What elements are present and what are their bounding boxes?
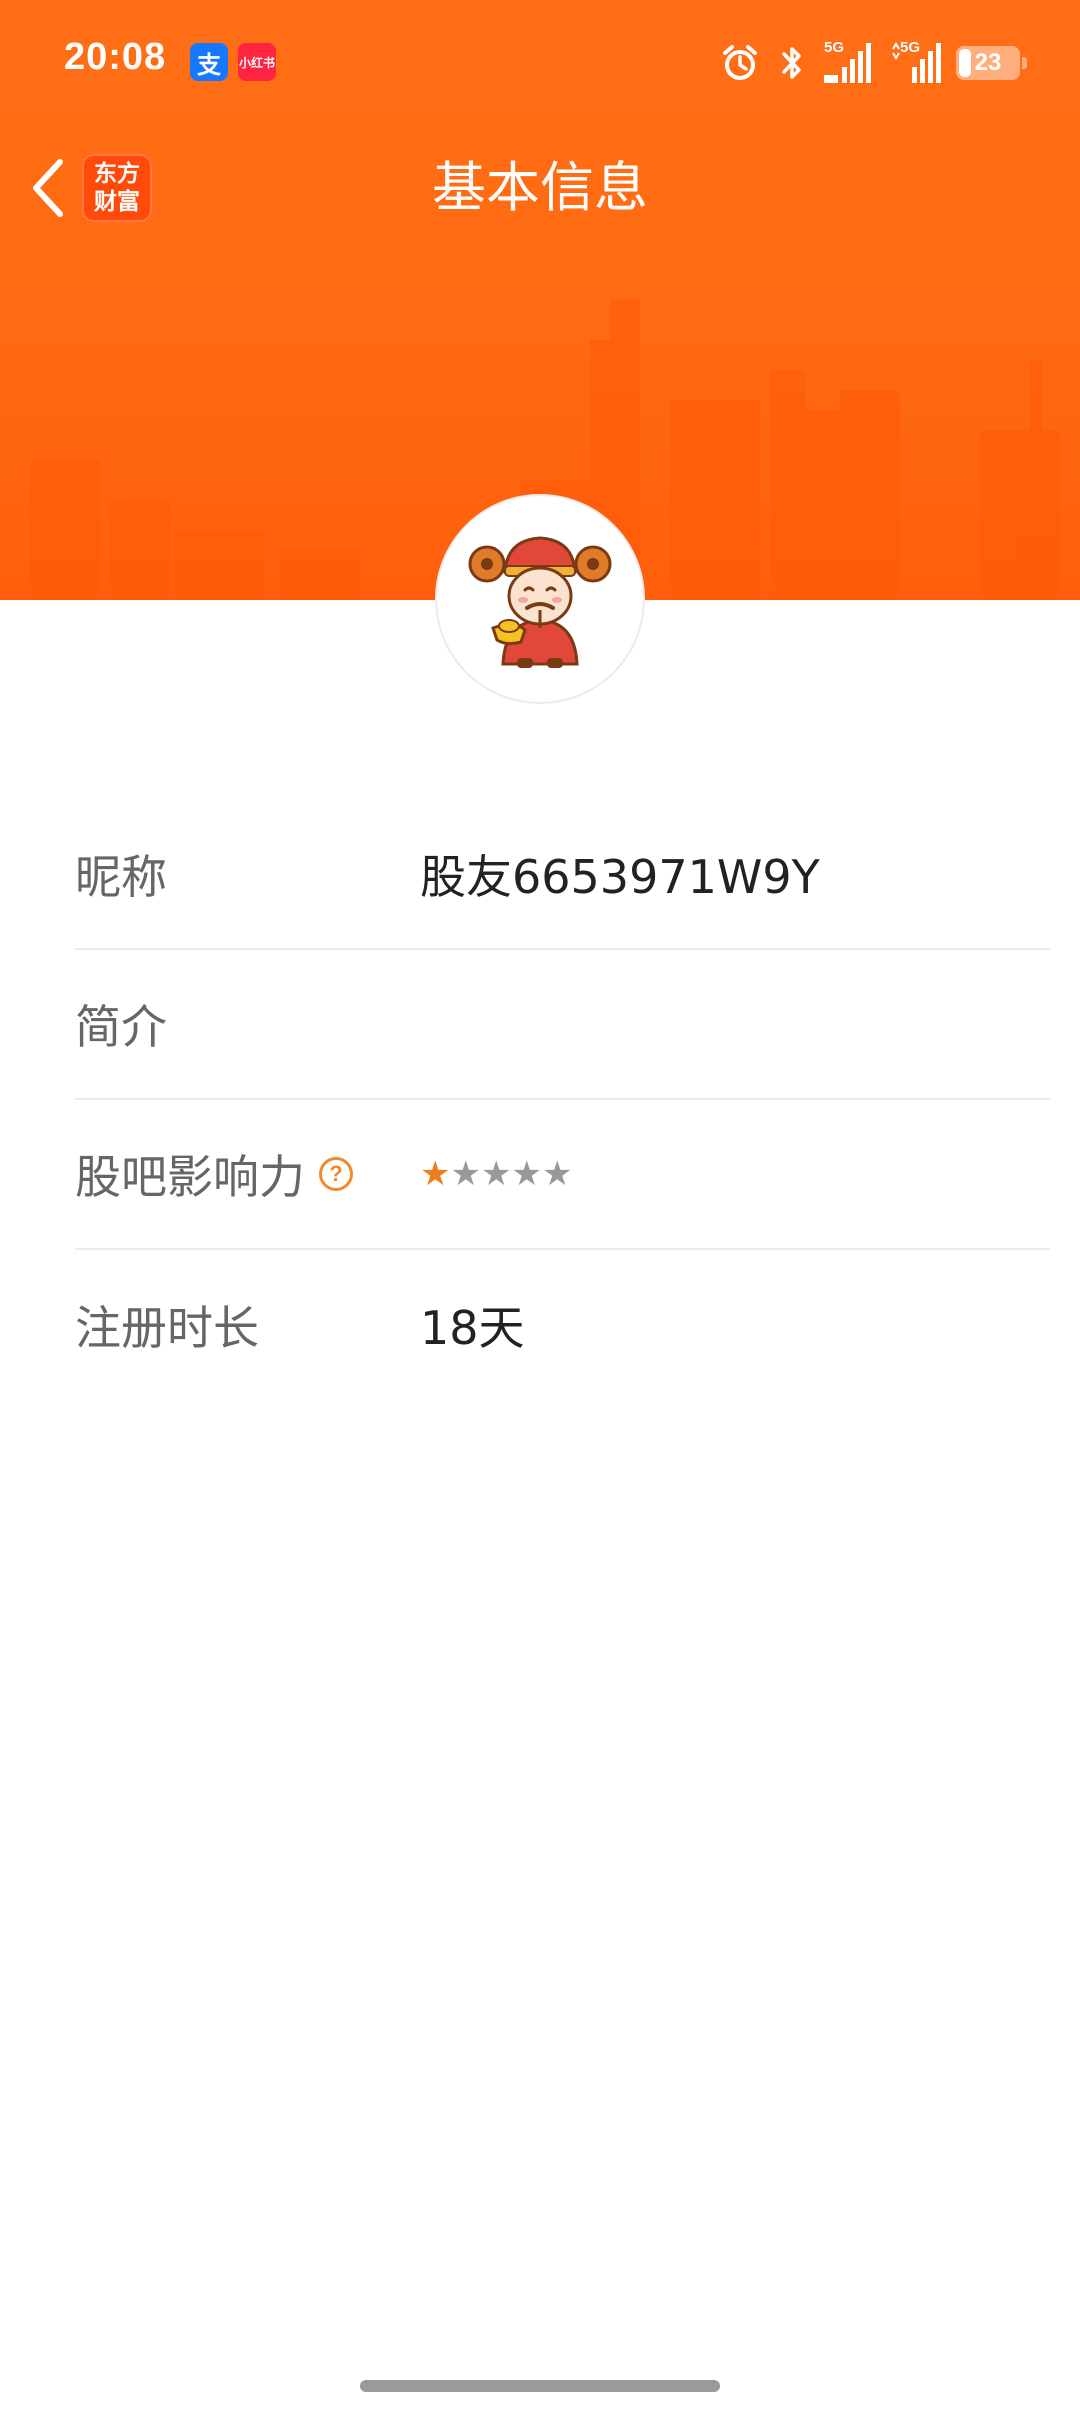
nickname-value: 股友6653971W9Y xyxy=(420,850,820,904)
star-empty-icon: ★ xyxy=(541,1154,573,1194)
page-title: 基本信息 xyxy=(432,156,648,219)
bio-label: 简介 xyxy=(75,1000,167,1054)
alarm-icon xyxy=(723,45,757,80)
status-time: 20:08 xyxy=(64,36,167,78)
registration-duration-label: 注册时长 xyxy=(75,1301,259,1355)
star-empty-icon: ★ xyxy=(450,1154,481,1194)
influence-star-rating: ★ ★ ★ ★ ★ xyxy=(420,1157,572,1191)
star-filled-icon: ★ xyxy=(420,1154,451,1194)
influence-label-group: 股吧影响力 ? xyxy=(75,1141,420,1207)
help-icon[interactable]: ? xyxy=(319,1157,353,1191)
avatar[interactable] xyxy=(435,494,645,704)
signal-icon: 5G xyxy=(890,39,941,85)
registration-duration-row: 注册时长 18天 xyxy=(75,1250,1050,1400)
profile-info-list: 昵称 股友6653971W9Y 简介 股吧影响力 ? ★ ★ ★ ★ ★ 注册时长 18… xyxy=(75,800,1050,1400)
bio-row[interactable]: 简介 xyxy=(75,950,1050,1100)
signal-icon: 5G xyxy=(824,39,872,85)
influence-row: 股吧影响力 ? ★ ★ ★ ★ ★ xyxy=(75,1100,1050,1250)
alipay-notification-icon: 支 xyxy=(190,43,228,81)
rednote-notification-icon: 小红书 xyxy=(238,43,276,81)
influence-label: 股吧影响力 xyxy=(75,1150,305,1204)
battery-icon: 23 xyxy=(956,46,1027,80)
registration-duration-value: 18天 xyxy=(420,1301,525,1355)
star-empty-icon: ★ xyxy=(511,1154,542,1194)
status-icons: 5G 5G 23 xyxy=(720,38,1027,88)
bluetooth-icon xyxy=(782,47,801,79)
star-empty-icon: ★ xyxy=(480,1154,512,1194)
nickname-label: 昵称 xyxy=(75,850,167,904)
avatar-god-of-wealth-image xyxy=(468,536,612,668)
status-bar: 20:08 支 小红书 5G 5G 23 xyxy=(0,0,1080,120)
battery-level: 23 xyxy=(974,49,1002,76)
nickname-row[interactable]: 昵称 股友6653971W9Y xyxy=(75,800,1050,950)
home-indicator[interactable] xyxy=(360,2380,720,2392)
